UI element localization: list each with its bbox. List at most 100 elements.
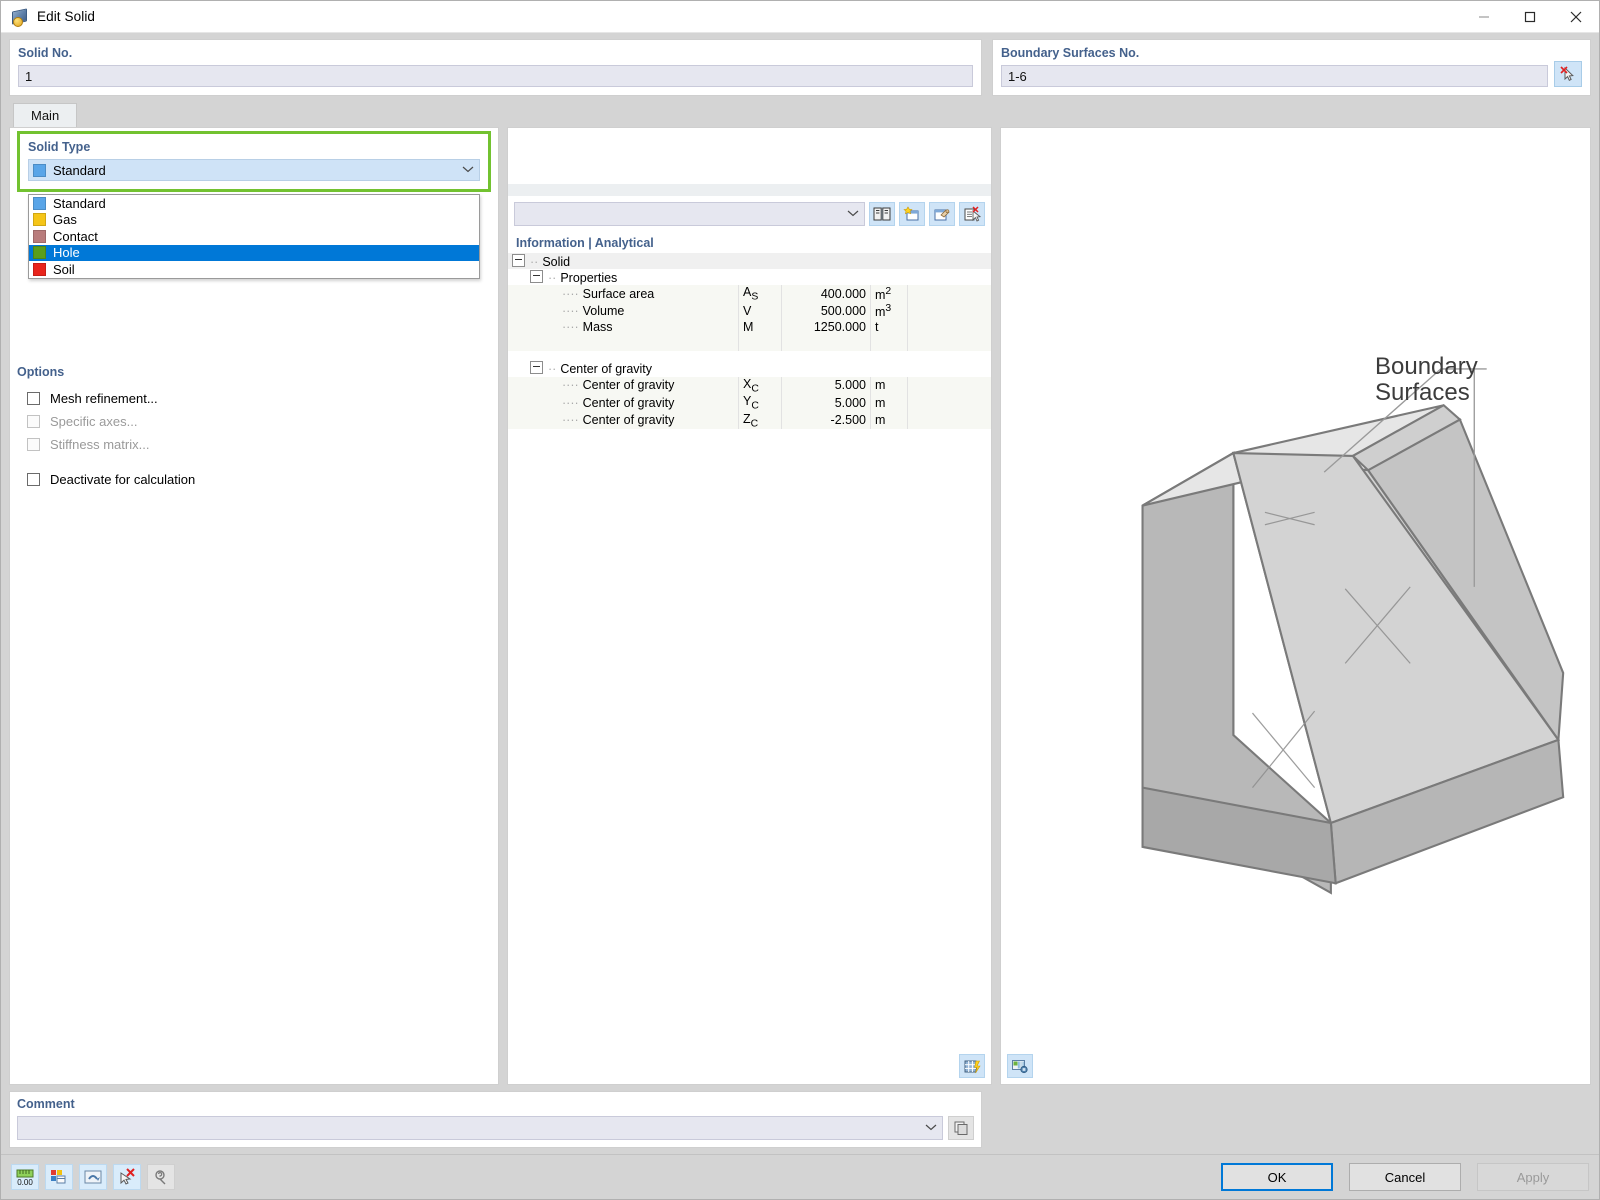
table-row-group-solid[interactable]: ·· Solid: [508, 253, 991, 269]
delete-selection-icon[interactable]: [113, 1164, 141, 1190]
panel-divider: [507, 184, 992, 196]
row-value: -2.500: [781, 411, 871, 430]
ok-button[interactable]: OK: [1221, 1163, 1333, 1191]
close-icon[interactable]: [1553, 1, 1599, 32]
row-unit-sup: 2: [885, 285, 892, 297]
annotation-line-2: Surfaces: [1375, 379, 1470, 407]
boundary-surfaces-label: Boundary Surfaces No.: [1001, 46, 1140, 60]
information-table: ·· Solid ·· Properties ···· Surface area AS…: [508, 253, 991, 430]
dropdown-option-hole[interactable]: Hole: [29, 244, 479, 261]
checkbox-mesh-refinement[interactable]: [27, 391, 40, 405]
row-symbol-sub: C: [751, 383, 759, 395]
edit-item-icon[interactable]: [929, 202, 955, 226]
help-mode-icon[interactable]: [147, 1164, 175, 1190]
annotation-line-1: Boundary: [1375, 352, 1478, 380]
table-calc-icon[interactable]: [959, 1054, 985, 1078]
collapse-icon[interactable]: [530, 269, 543, 283]
row-value: 1250.000: [781, 318, 871, 335]
option-label: Hole: [53, 245, 80, 261]
row-label: Mass: [582, 319, 613, 334]
table-row-spacer2: [508, 350, 991, 361]
numeric-precision-icon[interactable]: 0.00: [11, 1164, 39, 1190]
boundary-surfaces-input[interactable]: 1-6: [1001, 65, 1548, 87]
checkbox-specific-axes: [27, 414, 40, 428]
option-color-swatch: [33, 246, 46, 260]
row-label: Surface area: [582, 286, 655, 301]
3d-view-panel[interactable]: Boundary Surfaces: [1000, 127, 1591, 1085]
delete-item-icon[interactable]: [959, 202, 985, 226]
table-row-group-center-of-gravity[interactable]: ·· Center of gravity: [508, 360, 991, 377]
option-deactivate-for-calculation[interactable]: Deactivate for calculation: [17, 468, 491, 490]
comment-row: Comment: [1, 1085, 1599, 1154]
solid-no-panel: Solid No. 1: [9, 39, 982, 96]
middle-column: Information | Analytical ·· Solid ·· Prope…: [507, 127, 992, 1085]
table-row-group-properties[interactable]: ·· Properties: [508, 269, 991, 285]
cancel-button[interactable]: Cancel: [1349, 1163, 1461, 1191]
row-symbol-sub: C: [750, 418, 759, 430]
dropdown-option-standard[interactable]: Standard: [29, 195, 479, 212]
dropdown-option-contact[interactable]: Contact: [29, 228, 479, 245]
chevron-down-icon[interactable]: [461, 164, 475, 176]
row-value: 5.000: [781, 394, 871, 412]
row-unit-sup: 3: [885, 302, 892, 314]
option-label: Standard: [53, 195, 106, 211]
collapse-icon[interactable]: [512, 253, 525, 267]
option-mesh-refinement[interactable]: Mesh refinement...: [17, 387, 491, 409]
comment-panel: Comment: [9, 1091, 982, 1148]
tab-strip: Main: [1, 101, 1599, 127]
option-stiffness-matrix: Stiffness matrix...: [17, 433, 491, 455]
row-label: Center of gravity: [582, 395, 675, 410]
chevron-down-icon[interactable]: [846, 208, 860, 220]
solid-no-label: Solid No.: [18, 46, 73, 60]
render-settings-icon[interactable]: [1007, 1054, 1033, 1078]
new-item-icon[interactable]: [899, 202, 925, 226]
boundary-surfaces-panel: Boundary Surfaces No. 1-6: [992, 39, 1591, 96]
row-unit: m: [870, 411, 908, 430]
row-symbol-sub: C: [751, 400, 759, 412]
dropdown-option-gas[interactable]: Gas: [29, 212, 479, 229]
tab-main[interactable]: Main: [13, 103, 78, 127]
material-combobox[interactable]: [514, 202, 865, 226]
row-unit: m: [870, 376, 908, 395]
information-panel: Information | Analytical ·· Solid ·· Prope…: [507, 231, 992, 1085]
solid-cube-icon: [11, 7, 29, 27]
maximize-icon[interactable]: [1507, 1, 1553, 32]
option-label: Soil: [53, 261, 75, 277]
row-label: Center of gravity: [560, 362, 653, 377]
view-refresh-icon[interactable]: [79, 1164, 107, 1190]
information-footer: [508, 1048, 991, 1084]
table-row: ···· Volume V 500.000 m3: [508, 302, 991, 319]
solid-type-combobox[interactable]: Standard: [28, 159, 480, 181]
row-symbol: V: [738, 302, 782, 319]
option-color-swatch: [33, 213, 46, 227]
row-label: Center of gravity: [582, 378, 675, 393]
solid-type-dropdown-list[interactable]: Standard Gas Contact Hole Soil: [28, 194, 480, 279]
row-value: 5.000: [781, 376, 871, 395]
pick-select-icon[interactable]: [1554, 61, 1582, 87]
title-bar: Edit Solid: [1, 1, 1599, 33]
option-label: Specific axes...: [50, 413, 138, 429]
3d-view-footer: [1007, 1054, 1033, 1078]
checkbox-deactivate-for-calculation[interactable]: [27, 472, 40, 486]
solid-geometry-graphic: [1141, 368, 1565, 895]
minimize-icon[interactable]: [1461, 1, 1507, 32]
header-row: Solid No. 1 Boundary Surfaces No. 1-6: [1, 33, 1599, 101]
checkbox-stiffness-matrix: [27, 437, 40, 451]
comment-input[interactable]: [17, 1116, 943, 1140]
information-title: Information | Analytical: [516, 236, 654, 250]
row-label: Center of gravity: [582, 413, 675, 428]
table-row: ···· Center of gravity ZC -2.500 m: [508, 411, 991, 430]
collapse-icon[interactable]: [530, 361, 543, 375]
solid-type-color-swatch: [33, 163, 46, 177]
dropdown-option-soil[interactable]: Soil: [29, 261, 479, 278]
row-value: 500.000: [781, 302, 871, 319]
solid-no-input[interactable]: 1: [18, 65, 973, 87]
table-row: ···· Center of gravity YC 5.000 m: [508, 394, 991, 412]
layout-grid-icon[interactable]: [45, 1164, 73, 1190]
edit-solid-dialog: Edit Solid Solid No. 1 Boundary Surfaces…: [0, 0, 1600, 1200]
chevron-down-icon[interactable]: [924, 1122, 938, 1134]
table-row: ···· Center of gravity XC 5.000 m: [508, 376, 991, 395]
library-book-icon[interactable]: [869, 202, 895, 226]
material-panel-top: [507, 127, 992, 184]
copy-comment-icon[interactable]: [948, 1116, 974, 1140]
